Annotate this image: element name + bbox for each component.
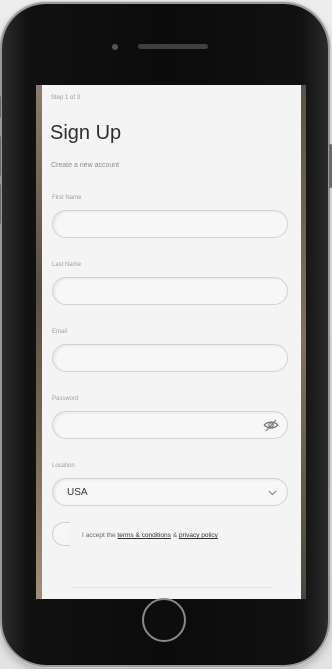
password-label: Password [52, 396, 79, 402]
volume-down-button [0, 184, 1, 224]
email-input[interactable] [52, 344, 288, 372]
accept-terms-checkbox[interactable] [52, 522, 70, 546]
last-name-label: Last Name [52, 262, 82, 268]
earpiece-speaker [138, 44, 208, 49]
page-subtitle: Create a new account [51, 162, 120, 169]
first-name-label: First Name [52, 195, 82, 201]
continue-button-partial[interactable] [72, 587, 272, 599]
location-label: Location [52, 463, 75, 469]
last-name-input[interactable] [52, 277, 288, 305]
email-label: Email [52, 329, 68, 335]
terms-joiner: & [172, 532, 178, 539]
background-image-right [301, 85, 306, 599]
eye-toggle-icon[interactable] [263, 419, 279, 433]
mute-switch [0, 96, 1, 118]
phone-screen: Step 1 of 3 Sign Up Create a new account… [36, 85, 306, 599]
step-indicator: Step 1 of 3 [51, 95, 81, 101]
terms-text: I accept the terms & conditions & privac… [82, 532, 218, 539]
page-title: Sign Up [50, 122, 122, 144]
terms-prefix: I accept the [82, 532, 116, 539]
terms-link[interactable]: terms & conditions [117, 532, 170, 539]
volume-up-button [0, 136, 1, 176]
stage: Step 1 of 3 Sign Up Create a new account… [0, 0, 332, 669]
signup-sheet: Step 1 of 3 Sign Up Create a new account… [42, 85, 301, 599]
password-input[interactable] [52, 411, 288, 439]
home-button[interactable] [142, 598, 186, 642]
first-name-input[interactable] [52, 210, 288, 238]
chevron-down-icon [268, 490, 277, 496]
phone-frame: Step 1 of 3 Sign Up Create a new account… [0, 4, 332, 665]
location-select[interactable]: USA [52, 478, 288, 506]
location-selected-value: USA [67, 487, 88, 498]
privacy-link[interactable]: privacy policy [179, 532, 218, 539]
front-camera [112, 44, 118, 50]
